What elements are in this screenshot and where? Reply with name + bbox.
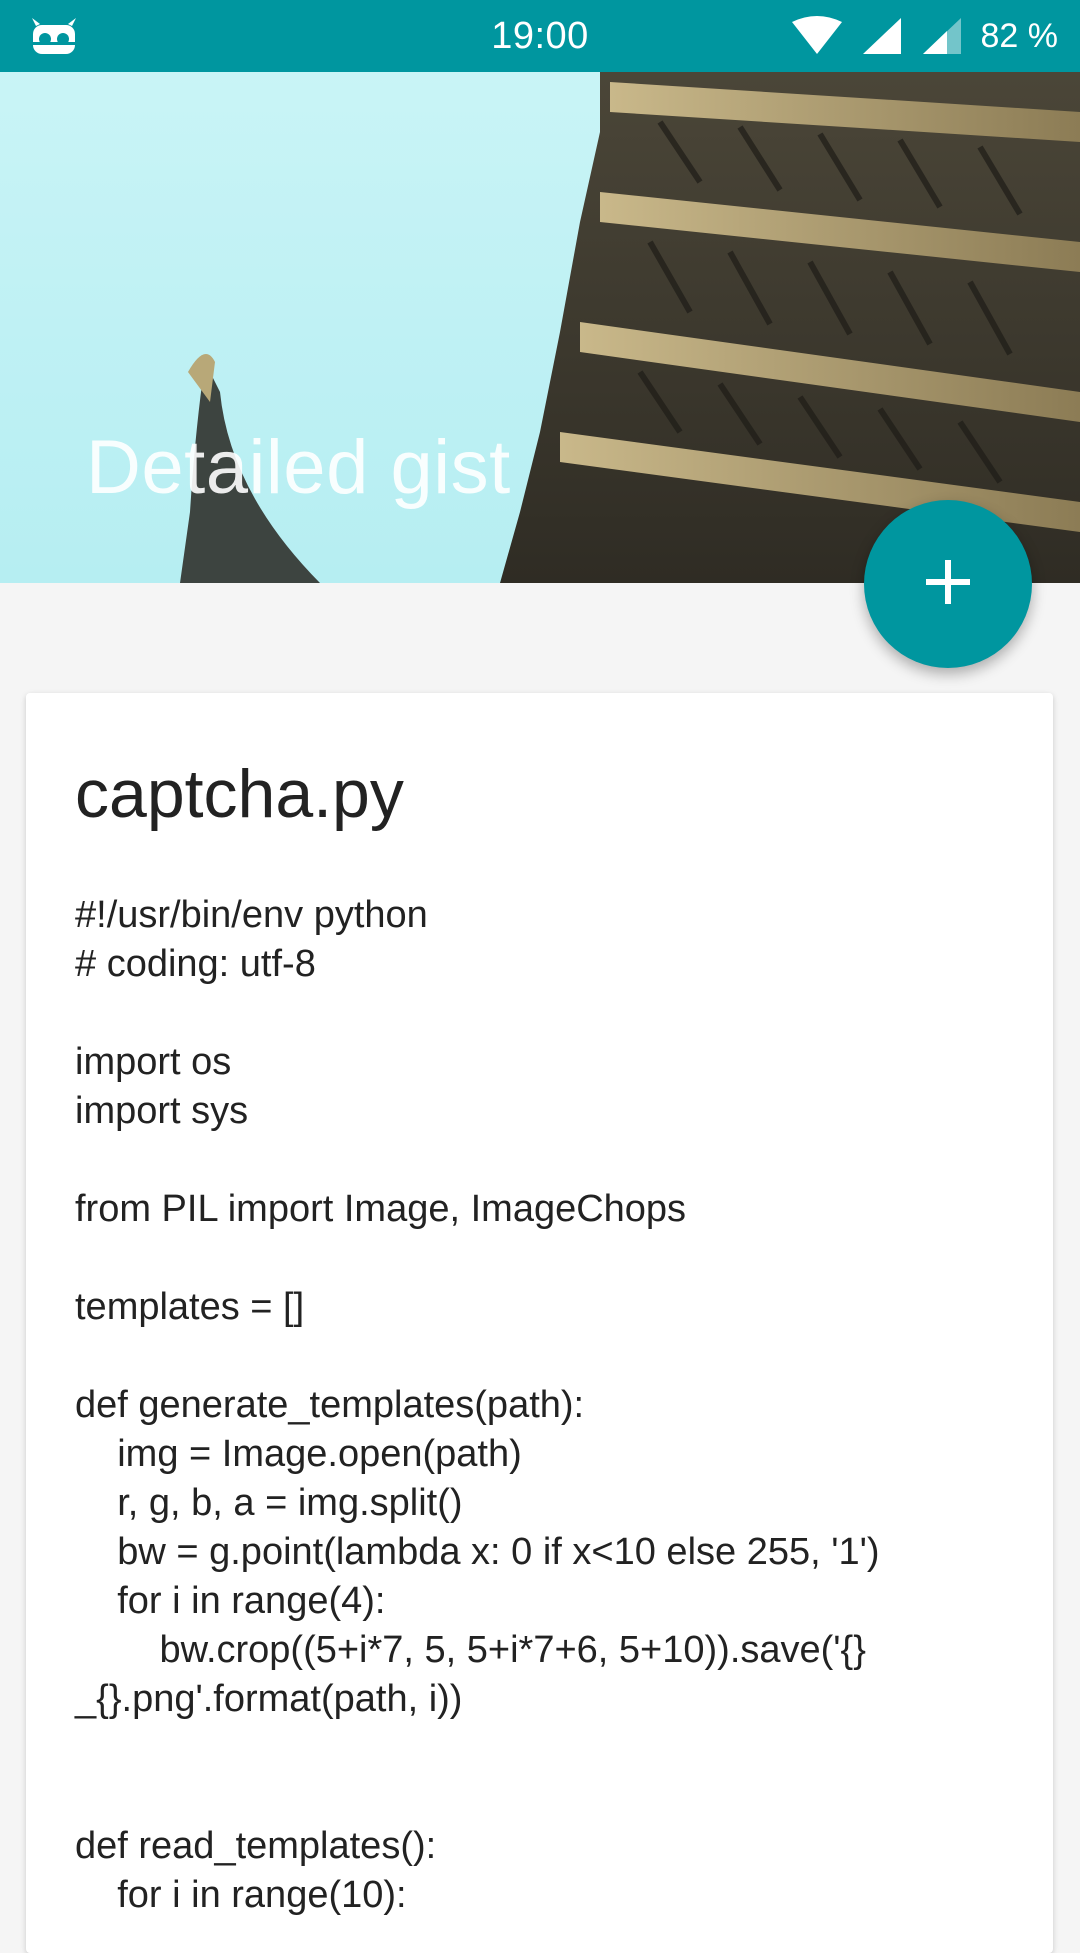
code-line: # coding: utf-8 — [75, 943, 316, 985]
code-line: bw = g.point(lambda x: 0 if x<10 else 25… — [75, 1531, 880, 1573]
code-line: img = Image.open(path) — [75, 1433, 522, 1475]
code-line: _{}.png'.format(path, i)) — [75, 1678, 463, 1720]
gist-card: captcha.py #!/usr/bin/env python # codin… — [26, 693, 1053, 1953]
code-line: for i in range(10): — [75, 1874, 407, 1916]
code-line: import os — [75, 1041, 232, 1083]
status-bar: 19:00 82 % — [0, 0, 1080, 72]
wifi-icon — [791, 16, 843, 56]
gist-filename: captcha.py — [75, 756, 404, 832]
code-line: from PIL import Image, ImageChops — [75, 1188, 687, 1230]
code-line: def generate_templates(path): — [75, 1384, 585, 1426]
code-line: import sys — [75, 1090, 249, 1132]
code-line: bw.crop((5+i*7, 5, 5+i*7+6, 5+10)).save(… — [75, 1629, 866, 1671]
code-line: r, g, b, a = img.split() — [75, 1482, 463, 1524]
code-line: def read_templates(): — [75, 1825, 437, 1867]
code-line: templates = [] — [75, 1286, 305, 1328]
status-icons: 82 % — [791, 0, 1059, 72]
signal-icon — [861, 16, 903, 56]
page-title: Detailed gist — [86, 425, 511, 510]
gist-code: #!/usr/bin/env python # coding: utf-8 im… — [75, 891, 1035, 1920]
plus-icon — [924, 558, 972, 611]
add-button[interactable] — [864, 500, 1032, 668]
battery-level: 82 % — [980, 17, 1059, 55]
signal-secondary-icon — [921, 16, 963, 56]
code-line: for i in range(4): — [75, 1580, 386, 1622]
code-line: #!/usr/bin/env python — [75, 894, 428, 936]
